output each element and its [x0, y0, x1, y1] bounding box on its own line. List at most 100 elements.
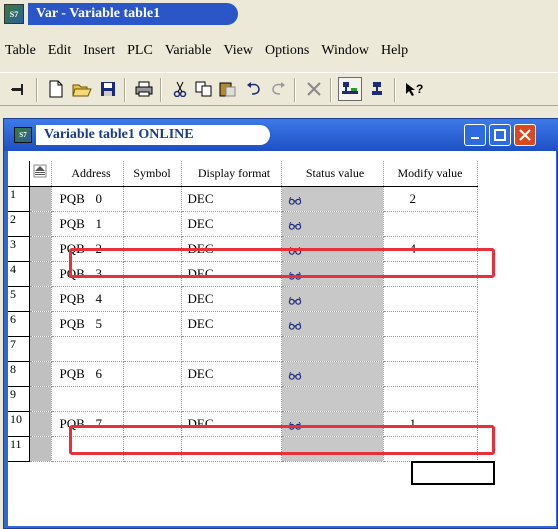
cell-modify-value[interactable]	[383, 361, 478, 387]
cell-symbol[interactable]	[123, 361, 182, 387]
col-address[interactable]: Address	[51, 161, 124, 187]
cell-symbol[interactable]	[123, 236, 182, 262]
cell-status-value[interactable]	[281, 186, 384, 212]
cell-modify-value[interactable]	[383, 286, 478, 312]
menu-edit[interactable]: Edit	[42, 40, 77, 62]
cell-address[interactable]: PQB 6	[51, 361, 124, 387]
app-icon[interactable]: S7	[4, 4, 24, 24]
cell-display-format[interactable]	[181, 386, 282, 412]
help-icon[interactable]: ?	[402, 77, 426, 101]
cell-address[interactable]	[51, 336, 124, 362]
cell-display-format[interactable]	[181, 436, 282, 462]
maximize-button[interactable]	[489, 124, 511, 146]
cell-address[interactable]	[51, 386, 124, 412]
cell-display-format[interactable]: DEC	[181, 236, 282, 262]
table-row[interactable]: 2 PQB 1 DEC	[8, 211, 478, 237]
cell-address[interactable]: PQB 2	[51, 236, 124, 262]
row-selector[interactable]	[29, 211, 52, 237]
cell-modify-value[interactable]	[383, 336, 478, 362]
table-row[interactable]: 4 PQB 3 DEC	[8, 261, 478, 287]
table-row[interactable]: 10 PQB 7 DEC 1	[8, 411, 478, 437]
print-icon[interactable]	[132, 77, 156, 101]
open-icon[interactable]	[70, 77, 94, 101]
active-cell[interactable]	[411, 461, 495, 485]
cell-display-format[interactable]: DEC	[181, 311, 282, 337]
cell-display-format[interactable]: DEC	[181, 211, 282, 237]
undo-icon[interactable]	[242, 77, 266, 101]
cell-modify-value[interactable]	[383, 211, 478, 237]
col-symbol[interactable]: Symbol	[123, 161, 182, 187]
child-app-icon[interactable]: S7	[14, 127, 32, 143]
cell-modify-value[interactable]: 4	[383, 236, 478, 262]
cut-icon[interactable]	[168, 77, 192, 101]
row-selector[interactable]	[29, 336, 52, 362]
table-row[interactable]: 6 PQB 5 DEC	[8, 311, 478, 337]
col-modify-value[interactable]: Modify value	[383, 161, 478, 187]
cell-status-value[interactable]	[281, 361, 384, 387]
col-status-value[interactable]: Status value	[281, 161, 384, 187]
cell-display-format[interactable]: DEC	[181, 361, 282, 387]
row-selector[interactable]	[29, 286, 52, 312]
row-selector[interactable]	[29, 361, 52, 387]
menu-view[interactable]: View	[217, 40, 258, 62]
cell-status-value[interactable]	[281, 236, 384, 262]
cell-symbol[interactable]	[123, 436, 182, 462]
cell-symbol[interactable]	[123, 286, 182, 312]
cell-symbol[interactable]	[123, 311, 182, 337]
col-display-format[interactable]: Display format	[181, 161, 282, 187]
cell-symbol[interactable]	[123, 261, 182, 287]
row-selector[interactable]	[29, 236, 52, 262]
menu-help[interactable]: Help	[375, 40, 414, 62]
cell-status-value[interactable]	[281, 336, 384, 362]
table-row[interactable]: 3 PQB 2 DEC 4	[8, 236, 478, 262]
save-icon[interactable]	[96, 77, 120, 101]
table-row[interactable]: 11	[8, 436, 478, 462]
cell-modify-value[interactable]: 1	[383, 411, 478, 437]
cell-address[interactable]: PQB 5	[51, 311, 124, 337]
menu-window[interactable]: Window	[315, 40, 375, 62]
cell-status-value[interactable]	[281, 211, 384, 237]
cell-symbol[interactable]	[123, 386, 182, 412]
row-selector[interactable]	[29, 386, 52, 412]
menu-plc[interactable]: PLC	[121, 40, 159, 62]
cell-address[interactable]: PQB 7	[51, 411, 124, 437]
table-row[interactable]: 7	[8, 336, 478, 362]
selection-header[interactable]	[29, 161, 52, 187]
cell-display-format[interactable]: DEC	[181, 286, 282, 312]
cell-display-format[interactable]: DEC	[181, 261, 282, 287]
menu-variable[interactable]: Variable	[159, 40, 218, 62]
cell-modify-value[interactable]	[383, 261, 478, 287]
pin-icon[interactable]	[6, 77, 30, 101]
cell-modify-value[interactable]	[383, 436, 478, 462]
cell-status-value[interactable]	[281, 436, 384, 462]
close-button[interactable]	[514, 124, 536, 146]
row-selector[interactable]	[29, 436, 52, 462]
network-icon[interactable]	[366, 77, 390, 101]
cell-symbol[interactable]	[123, 336, 182, 362]
menu-options[interactable]: Options	[259, 40, 315, 62]
table-row[interactable]: 1 PQB 0 DEC 2	[8, 186, 478, 212]
delete-icon[interactable]	[302, 77, 326, 101]
cell-status-value[interactable]	[281, 286, 384, 312]
cell-modify-value[interactable]	[383, 311, 478, 337]
menu-table[interactable]: Table	[0, 40, 42, 62]
cell-display-format[interactable]: DEC	[181, 186, 282, 212]
cell-address[interactable]: PQB 3	[51, 261, 124, 287]
row-selector[interactable]	[29, 311, 52, 337]
redo-icon[interactable]	[266, 77, 290, 101]
row-selector[interactable]	[29, 411, 52, 437]
paste-icon[interactable]	[216, 77, 240, 101]
cell-address[interactable]	[51, 436, 124, 462]
monitor-icon[interactable]	[338, 77, 362, 101]
cell-modify-value[interactable]	[383, 386, 478, 412]
cell-symbol[interactable]	[123, 411, 182, 437]
cell-status-value[interactable]	[281, 386, 384, 412]
row-selector[interactable]	[29, 261, 52, 287]
cell-modify-value[interactable]: 2	[383, 186, 478, 212]
row-selector[interactable]	[29, 186, 52, 212]
table-row[interactable]: 9	[8, 386, 478, 412]
copy-icon[interactable]	[192, 77, 216, 101]
new-icon[interactable]	[44, 77, 68, 101]
table-row[interactable]: 8 PQB 6 DEC	[8, 361, 478, 387]
cell-display-format[interactable]: DEC	[181, 411, 282, 437]
